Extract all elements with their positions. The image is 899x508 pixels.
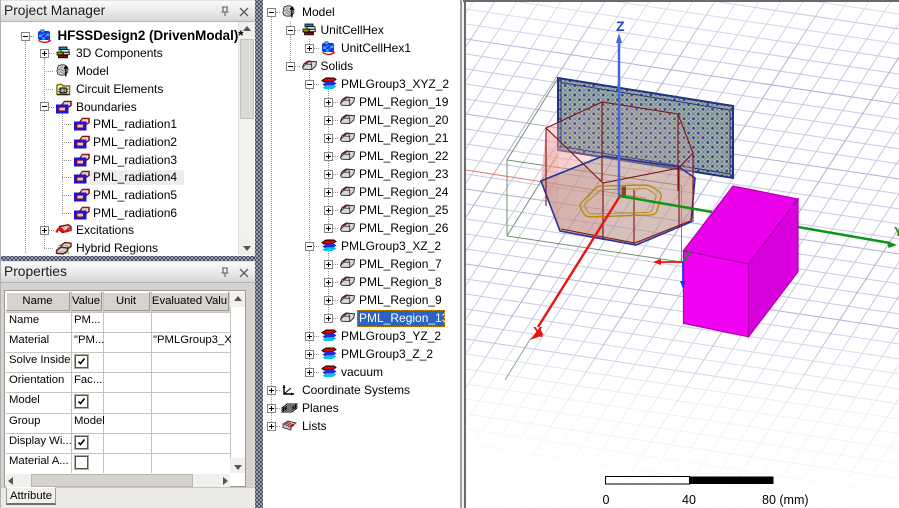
svg-text:X: X: [533, 325, 543, 341]
svg-text:Y: Y: [894, 224, 899, 239]
svg-text:40: 40: [682, 493, 696, 507]
svg-text:0: 0: [603, 493, 610, 507]
svg-text:80 (mm): 80 (mm): [762, 493, 809, 507]
svg-text:Z: Z: [616, 18, 625, 34]
